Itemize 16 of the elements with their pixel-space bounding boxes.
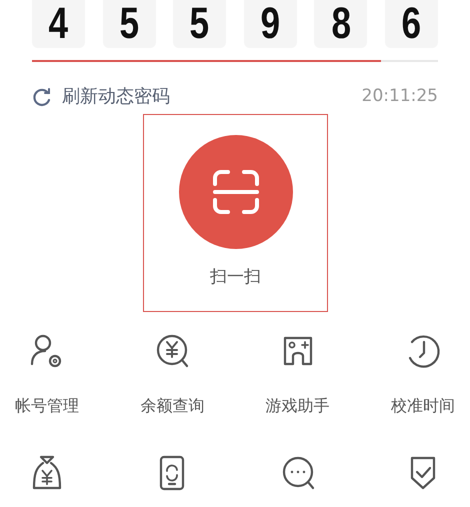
tool-button[interactable]: 校准时间 (390, 332, 455, 418)
code-digit: 4 (32, 0, 85, 48)
scan-label: 扫一扫 (210, 266, 261, 289)
tool-button[interactable]: 余额查询 (140, 332, 204, 418)
code-digit: 5 (102, 0, 156, 48)
code-digit: 6 (384, 0, 438, 48)
tool-button[interactable]: 游戏助手 (266, 332, 330, 418)
refresh-button[interactable]: 刷新动态密码 (32, 83, 170, 110)
code-digit: 8 (314, 0, 368, 48)
refresh-icon (32, 86, 52, 106)
scan-button[interactable]: 扫一扫 (143, 114, 328, 312)
refresh-time: 20:11:25 (362, 84, 438, 108)
tool-button[interactable]: 帐号管理 (15, 332, 79, 418)
code-digit: 5 (173, 0, 226, 48)
scan-icon (210, 169, 260, 215)
code-digit: 9 (244, 0, 297, 48)
